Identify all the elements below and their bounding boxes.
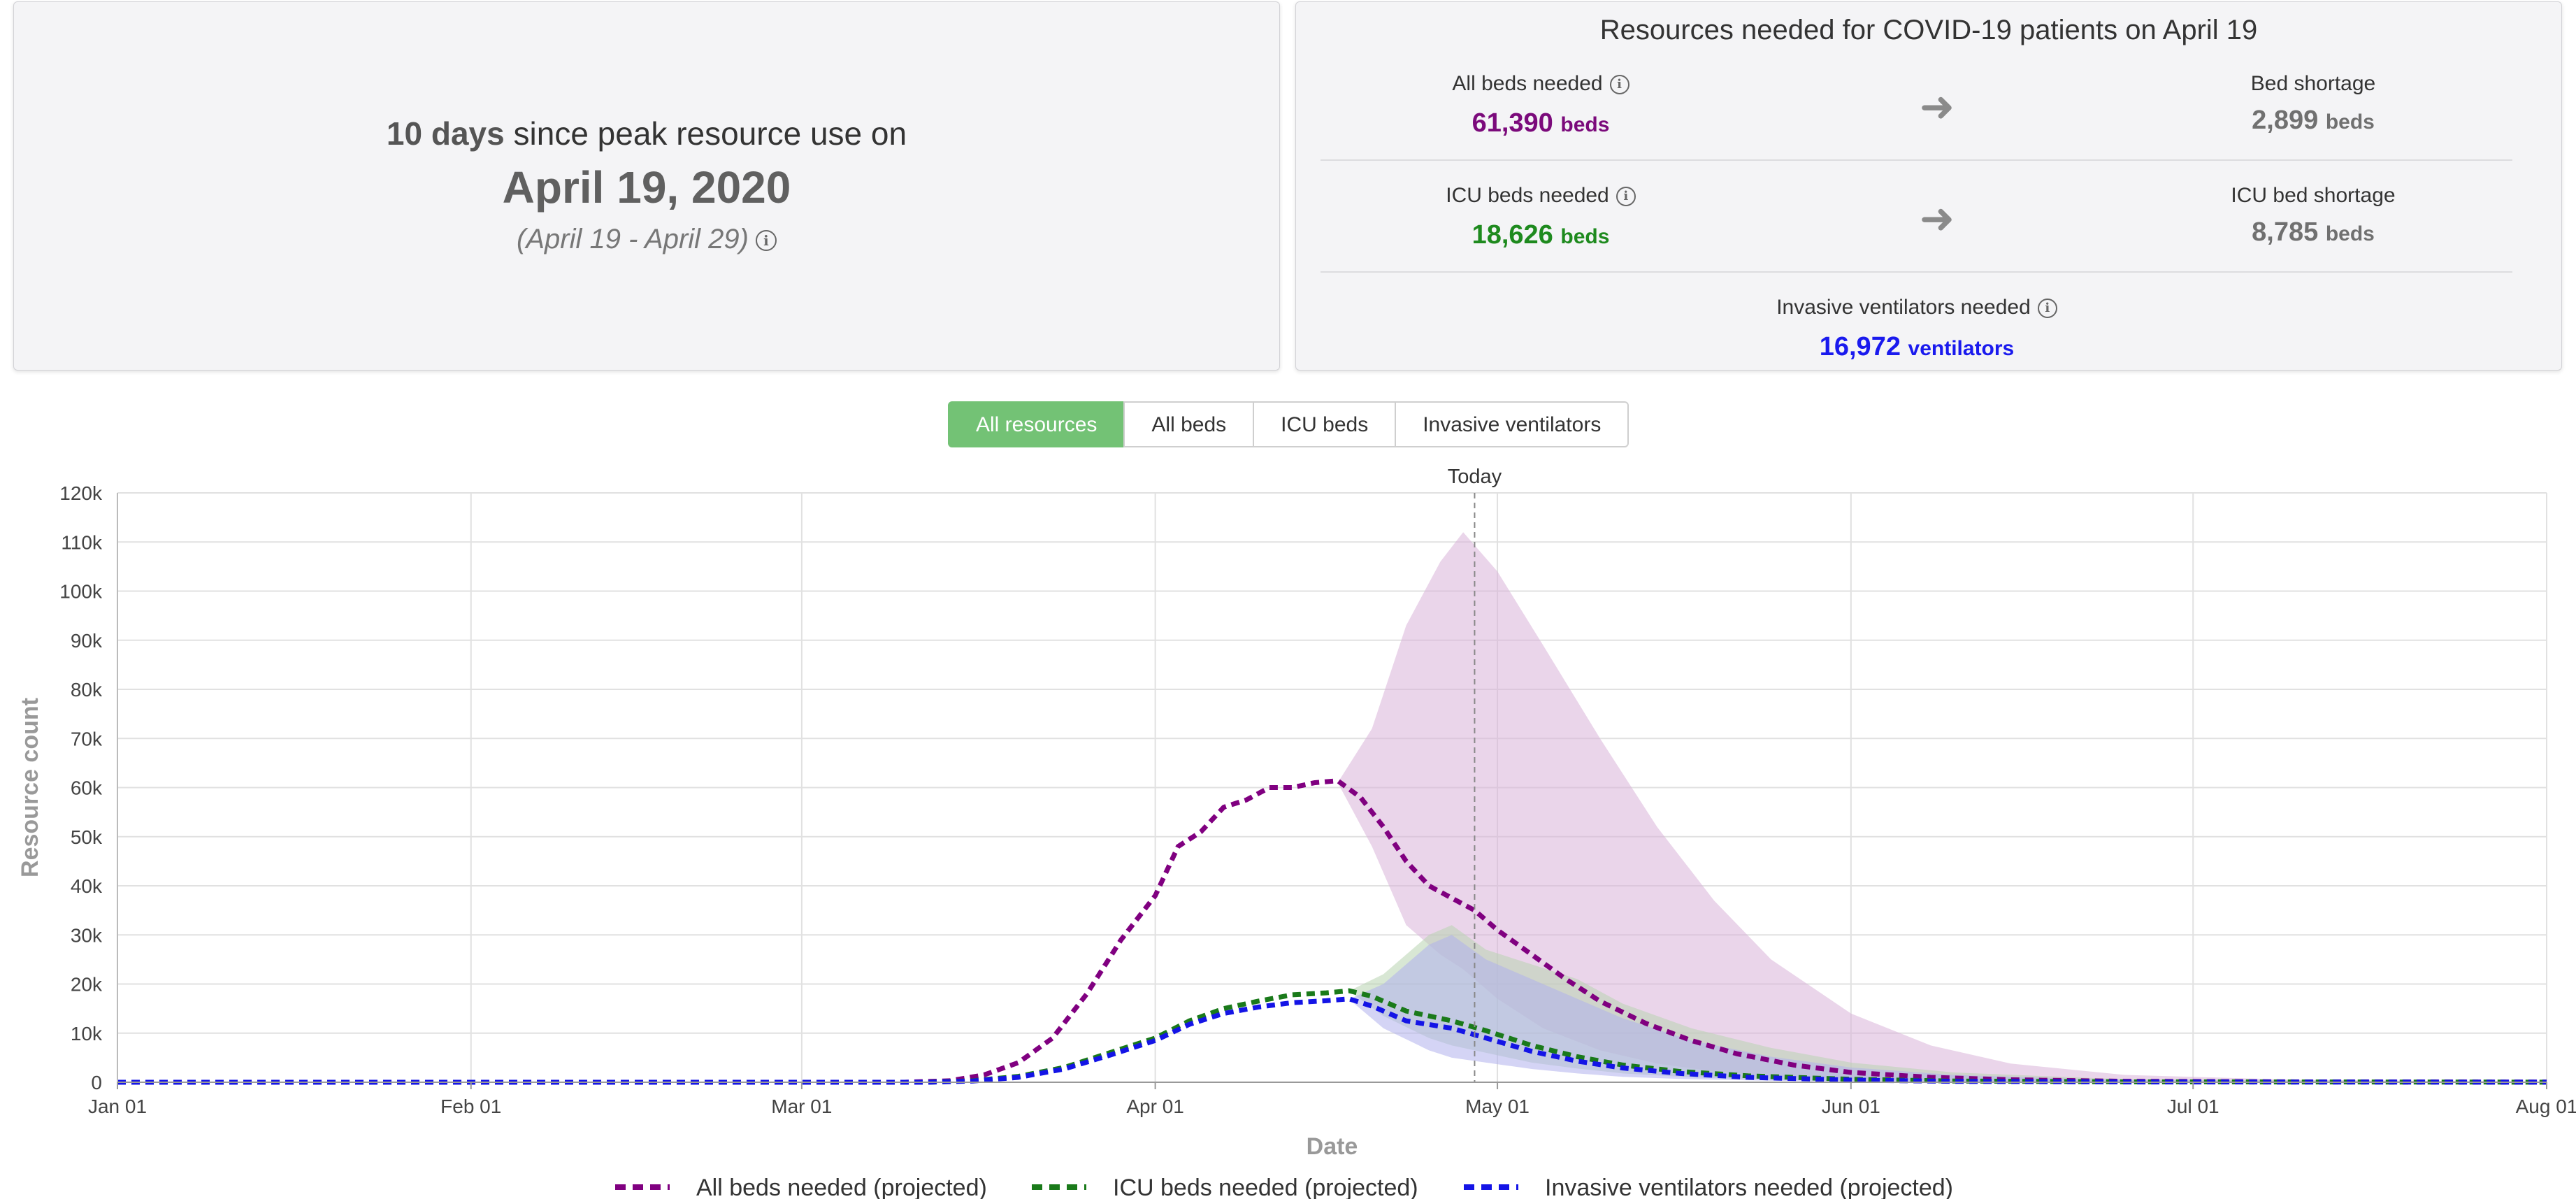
tab-invasive-ventilators[interactable]: Invasive ventilators bbox=[1395, 401, 1629, 447]
legend-label: Invasive ventilators needed (projected) bbox=[1545, 1175, 1953, 1199]
tab-all-beds[interactable]: All beds bbox=[1123, 401, 1255, 447]
legend-label: ICU beds needed (projected) bbox=[1113, 1175, 1418, 1199]
peak-summary: 10 days since peak resource use on April… bbox=[14, 117, 1279, 253]
ventilators-unit: ventilators bbox=[1908, 337, 2015, 360]
y-axis-title: Resource count bbox=[17, 698, 43, 877]
bed-shortage-value: 2,899 bbox=[2252, 106, 2319, 135]
tab-icu-beds[interactable]: ICU beds bbox=[1253, 401, 1397, 447]
y-tick-label: 80k bbox=[71, 679, 103, 701]
info-icon[interactable]: i bbox=[1609, 75, 1629, 95]
all-beds-unit: beds bbox=[1560, 113, 1610, 136]
divider bbox=[1321, 159, 2512, 161]
series-line bbox=[117, 988, 2547, 1085]
days-since-peak-line: 10 days since peak resource use on bbox=[14, 117, 1279, 150]
x-tick-label: Jan 01 bbox=[88, 1096, 147, 1117]
series-line bbox=[117, 778, 2547, 1085]
x-tick-label: Jul 01 bbox=[2167, 1096, 2219, 1117]
arrow-right-icon: ➜ bbox=[1919, 195, 1955, 242]
axes: 0 10k 20k 30k 40k 50k 60k 70k 80k 90k 100k 110k 120k… bbox=[59, 482, 2576, 1117]
icu-beds-label: ICU beds needed bbox=[1446, 184, 1609, 207]
y-tick-label: 10k bbox=[71, 1023, 103, 1044]
bed-shortage-unit: beds bbox=[2325, 110, 2375, 134]
resource-projection-chart: Today 0 10k 20k 30k 40k 50k 60k 70k 80k 90k 100k 11… bbox=[17, 466, 2576, 1199]
y-tick-label: 120k bbox=[59, 482, 103, 504]
legend: All beds needed (projected) ICU beds need… bbox=[615, 1175, 1953, 1199]
icu-shortage-label: ICU bed shortage bbox=[2231, 184, 2396, 207]
x-axis-title: Date bbox=[1307, 1133, 1358, 1160]
ventilators-value: 16,972 bbox=[1819, 332, 1901, 361]
today-label: Today bbox=[1448, 466, 1502, 488]
ventilators-label: Invasive ventilators needed bbox=[1776, 296, 2031, 319]
info-icon[interactable]: i bbox=[2037, 299, 2057, 319]
icu-beds-unit: beds bbox=[1560, 225, 1610, 248]
x-tick-label: Apr 01 bbox=[1126, 1096, 1184, 1117]
peak-range-line: (April 19 - April 29) i bbox=[14, 225, 1279, 253]
icu-beds-value: 18,626 bbox=[1472, 220, 1553, 250]
all-beds-label: All beds needed bbox=[1452, 72, 1603, 95]
y-tick-label: 50k bbox=[71, 826, 103, 848]
info-icon[interactable]: i bbox=[1616, 187, 1636, 207]
icu-shortage-unit: beds bbox=[2325, 222, 2375, 245]
all-beds-value: 61,390 bbox=[1472, 108, 1553, 138]
icu-beds-value-row: 18,626 beds bbox=[1296, 220, 1785, 250]
series-line bbox=[117, 996, 2547, 1085]
resources-title: Resources needed for COVID-19 patients o… bbox=[1599, 15, 2258, 45]
y-tick-label: 70k bbox=[71, 728, 103, 749]
peak-date: April 19, 2020 bbox=[502, 162, 791, 213]
resource-filter-tabs: All resources All beds ICU beds Invasive… bbox=[948, 401, 1629, 447]
y-tick-label: 60k bbox=[71, 777, 103, 799]
bed-shortage-value-row: 2,899 beds bbox=[2068, 106, 2558, 136]
icu-beds-label-row: ICU beds needed i bbox=[1296, 184, 1785, 208]
info-icon[interactable]: i bbox=[755, 230, 777, 252]
x-tick-label: May 01 bbox=[1465, 1096, 1530, 1117]
bed-shortage-label: Bed shortage bbox=[2250, 72, 2376, 95]
series-lines bbox=[117, 778, 2547, 1085]
all-beds-value-row: 61,390 beds bbox=[1296, 108, 1785, 138]
days-unit: days bbox=[431, 115, 505, 152]
ventilators-value-row: 16,972 ventilators bbox=[1672, 332, 2161, 362]
y-tick-label: 110k bbox=[61, 531, 103, 553]
y-tick-label: 100k bbox=[59, 581, 103, 603]
x-tick-label: Mar 01 bbox=[771, 1096, 832, 1117]
y-tick-label: 0 bbox=[91, 1072, 102, 1093]
x-tick-label: Feb 01 bbox=[440, 1096, 501, 1117]
days-number: 10 bbox=[386, 115, 423, 152]
all-beds-label-row: All beds needed i bbox=[1296, 72, 1785, 96]
ventilators-label-row: Invasive ventilators needed i bbox=[1672, 296, 2161, 320]
divider bbox=[1321, 271, 2512, 273]
x-tick-label: Aug 01 bbox=[2516, 1096, 2576, 1117]
days-since-peak-value: 10 days bbox=[387, 115, 505, 152]
peak-date-range: (April 19 - April 29) bbox=[517, 224, 749, 254]
grid bbox=[117, 492, 2547, 1083]
legend-label: All beds needed (projected) bbox=[696, 1175, 987, 1199]
tab-all-resources[interactable]: All resources bbox=[948, 401, 1125, 447]
y-tick-label: 90k bbox=[71, 630, 103, 652]
icu-shortage-value: 8,785 bbox=[2252, 217, 2319, 247]
since-peak-text: since peak resource use on bbox=[513, 115, 907, 152]
icu-shortage-value-row: 8,785 beds bbox=[2068, 217, 2558, 247]
peak-summary-card: 10 days since peak resource use on April… bbox=[13, 1, 1280, 371]
arrow-right-icon: ➜ bbox=[1919, 83, 1955, 130]
uncertainty-bands bbox=[1337, 532, 2547, 1082]
y-tick-label: 40k bbox=[71, 875, 103, 897]
resources-card: Resources needed for COVID-19 patients o… bbox=[1295, 1, 2562, 371]
y-tick-label: 30k bbox=[71, 924, 103, 946]
x-tick-label: Jun 01 bbox=[1822, 1096, 1880, 1117]
y-tick-label: 20k bbox=[71, 974, 103, 996]
